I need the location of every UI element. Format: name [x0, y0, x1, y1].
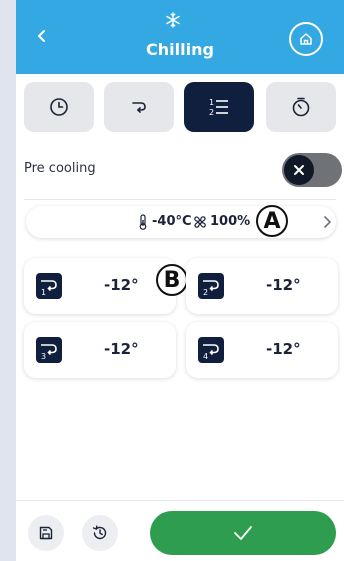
- history-icon: [92, 525, 107, 540]
- save-button[interactable]: [28, 515, 64, 551]
- stopwatch-icon: [292, 97, 310, 117]
- svg-text:4: 4: [203, 352, 208, 361]
- confirm-button[interactable]: [150, 511, 336, 555]
- home-icon: [300, 33, 312, 45]
- phase-card-1[interactable]: 1 -12°: [24, 258, 176, 314]
- fan-icon: [194, 216, 206, 228]
- chevron-right-icon: [324, 216, 332, 228]
- probe-icon: [132, 102, 146, 113]
- precooling-toggle[interactable]: [282, 153, 342, 187]
- save-icon: [39, 526, 53, 540]
- svg-text:1: 1: [209, 98, 214, 107]
- snowflake-icon: [166, 12, 180, 28]
- phase-card-4[interactable]: 4 -12°: [186, 322, 338, 378]
- phase-icon: 4: [198, 337, 224, 363]
- divider: [24, 199, 336, 200]
- phase-temperature: -12°: [266, 340, 301, 358]
- svg-text:2: 2: [203, 288, 208, 297]
- phase-4-icon: 4: [203, 344, 219, 361]
- fan-speed: 100%: [210, 214, 251, 229]
- phase-icon: 3: [36, 337, 62, 363]
- phases-list-icon: 1 2: [209, 98, 228, 117]
- phase-temperature: -12°: [266, 276, 301, 294]
- tab-timer[interactable]: [266, 82, 336, 132]
- svg-text:1: 1: [41, 288, 46, 297]
- phase-3-icon: 3: [41, 344, 57, 361]
- tab-clock[interactable]: [24, 82, 94, 132]
- precooling-row: Pre cooling: [24, 152, 342, 188]
- toggle-knob: [284, 155, 314, 185]
- footer: [16, 500, 344, 561]
- phase-card-3[interactable]: 3 -12°: [24, 322, 176, 378]
- mode-tabs: 1 2: [24, 82, 336, 132]
- phase-temperature: -12°: [104, 276, 139, 294]
- phase-1-icon: 1: [41, 280, 57, 297]
- home-button[interactable]: [289, 22, 323, 56]
- close-icon: [294, 165, 304, 175]
- target-temperature: -40°C: [152, 214, 192, 229]
- check-icon: [234, 526, 252, 540]
- svg-text:3: 3: [41, 352, 46, 361]
- phase-icon: 1: [36, 273, 62, 299]
- app-screen: Chilling 1 2 Pre cooling -40°C 100% A 1 …: [16, 0, 344, 561]
- parameters-card[interactable]: -40°C 100%: [26, 206, 336, 238]
- tab-phases[interactable]: 1 2: [184, 82, 254, 132]
- svg-text:2: 2: [209, 108, 214, 117]
- phase-temperature: -12°: [104, 340, 139, 358]
- marker-a: A: [256, 205, 288, 237]
- marker-b: B: [156, 264, 188, 296]
- tab-probe[interactable]: [104, 82, 174, 132]
- thermometer-icon: [139, 214, 147, 230]
- phase-2-icon: 2: [203, 280, 219, 297]
- phase-icon: 2: [198, 273, 224, 299]
- header: Chilling: [16, 0, 344, 74]
- phase-card-2[interactable]: 2 -12°: [186, 258, 338, 314]
- history-button[interactable]: [82, 515, 118, 551]
- precooling-label: Pre cooling: [24, 161, 96, 176]
- clock-icon: [50, 98, 68, 116]
